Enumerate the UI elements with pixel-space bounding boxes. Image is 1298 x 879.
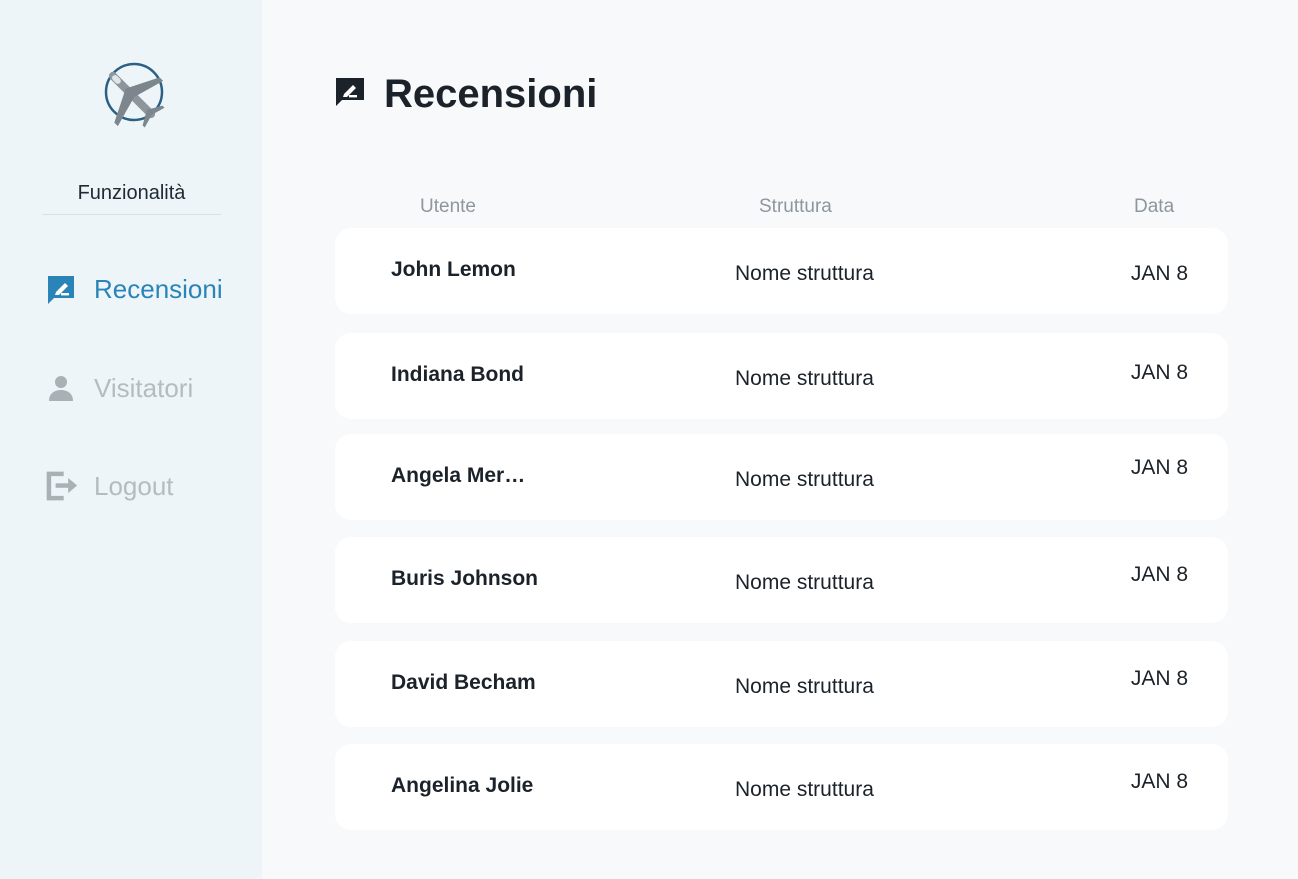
table-row[interactable]: David Becham Nome struttura JAN 8 xyxy=(335,641,1228,727)
page-title: Recensioni xyxy=(334,72,597,117)
row-user: Angelina Jolie xyxy=(391,774,534,797)
section-title: Funzionalità xyxy=(42,182,221,215)
column-header-user: Utente xyxy=(420,196,476,217)
row-structure: Nome struttura xyxy=(735,262,874,285)
column-header-date: Data xyxy=(1134,196,1175,217)
row-structure: Nome struttura xyxy=(735,571,874,594)
row-date: JAN 8 xyxy=(1130,770,1188,793)
row-structure: Nome struttura xyxy=(735,468,874,491)
row-user: Indiana Bond xyxy=(391,363,524,386)
sidebar-item-label: Visitatori xyxy=(94,372,194,403)
row-user: John Lemon xyxy=(391,258,516,281)
row-date: JAN 8 xyxy=(1130,563,1188,586)
sidebar-item-label: Logout xyxy=(94,470,174,501)
row-user: Buris Johnson xyxy=(391,567,539,590)
column-header-structure: Struttura xyxy=(759,196,832,217)
page-title-label: Recensioni xyxy=(384,72,598,116)
row-date: JAN 8 xyxy=(1130,667,1188,690)
airplane-logo xyxy=(96,60,168,130)
row-user: David Becham xyxy=(391,671,536,694)
row-date: JAN 8 xyxy=(1130,361,1188,384)
table-row[interactable]: Angela Merkel Nome struttura JAN 8 xyxy=(335,434,1228,520)
table-row[interactable]: Indiana Bond Nome struttura JAN 8 xyxy=(335,333,1228,419)
review-edit-icon xyxy=(334,76,366,113)
sidebar-item-label: Recensioni xyxy=(94,273,223,304)
row-user: Angela Merkel xyxy=(391,464,529,487)
sidebar: Funzionalità Recensioni Visitatori Logou… xyxy=(0,0,262,879)
table-row[interactable]: Buris Johnson Nome struttura JAN 8 xyxy=(335,537,1228,623)
main-content: Recensioni Utente Struttura Data John Le… xyxy=(262,0,1298,879)
row-date: JAN 8 xyxy=(1130,262,1188,285)
row-structure: Nome struttura xyxy=(735,778,874,801)
person-icon xyxy=(44,371,78,405)
logout-icon xyxy=(44,469,78,503)
row-structure: Nome struttura xyxy=(735,675,874,698)
sidebar-item-recensioni[interactable]: Recensioni xyxy=(44,269,223,309)
table-row[interactable]: Angelina Jolie Nome struttura JAN 8 xyxy=(335,744,1228,830)
sidebar-item-visitatori[interactable]: Visitatori xyxy=(44,368,193,408)
table-row[interactable]: John Lemon Nome struttura JAN 8 xyxy=(335,228,1228,314)
row-structure: Nome struttura xyxy=(735,367,874,390)
review-edit-icon xyxy=(44,272,78,306)
sidebar-item-logout[interactable]: Logout xyxy=(44,466,174,506)
row-date: JAN 8 xyxy=(1130,456,1188,479)
